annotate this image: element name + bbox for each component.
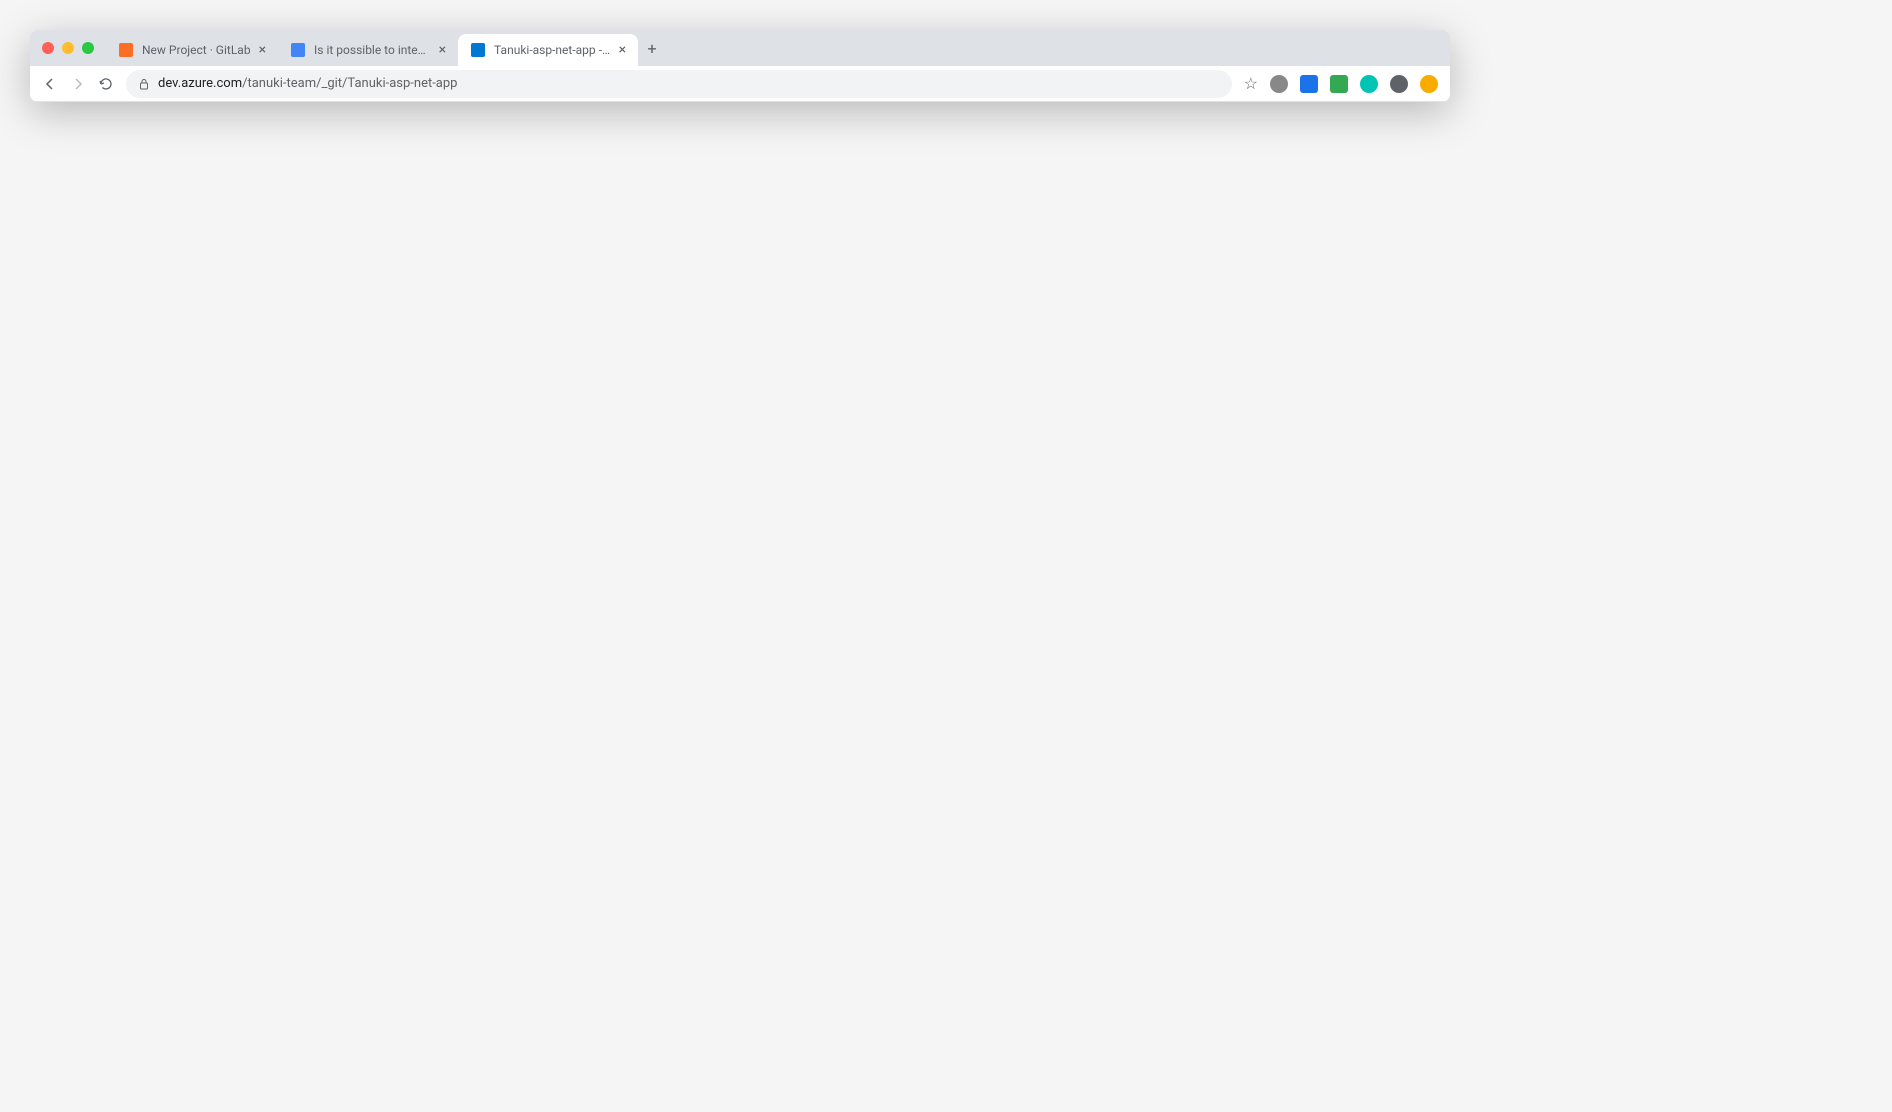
extension-icon[interactable] <box>1270 75 1288 93</box>
url-domain: dev.azure.com <box>158 76 242 91</box>
minimize-window-button[interactable] <box>62 42 74 54</box>
lock-icon <box>138 78 150 90</box>
favicon <box>118 42 134 58</box>
close-tab-icon[interactable]: × <box>259 42 266 58</box>
close-tab-icon[interactable]: × <box>619 42 626 58</box>
tab-title: Tanuki-asp-net-app - Repos <box>494 43 611 57</box>
url-path: /tanuki-team/_git/Tanuki-asp-net-app <box>242 76 457 91</box>
window-titlebar: New Project · GitLab×Is it possible to i… <box>30 30 1450 66</box>
extension-icon[interactable] <box>1330 75 1348 93</box>
extension-icons <box>1270 75 1438 93</box>
extension-icon[interactable] <box>1420 75 1438 93</box>
address-bar: dev.azure.com/tanuki-team/_git/Tanuki-as… <box>30 66 1450 102</box>
traffic-lights <box>42 42 94 54</box>
forward-button[interactable] <box>70 76 86 92</box>
tab-title: New Project · GitLab <box>142 43 251 57</box>
url-box[interactable]: dev.azure.com/tanuki-team/_git/Tanuki-as… <box>126 70 1232 98</box>
extension-icon[interactable] <box>1300 75 1318 93</box>
bookmark-star-icon[interactable]: ☆ <box>1244 74 1258 93</box>
browser-tab[interactable]: Tanuki-asp-net-app - Repos × <box>458 34 638 66</box>
back-button[interactable] <box>42 76 58 92</box>
browser-tabs: New Project · GitLab×Is it possible to i… <box>106 30 638 66</box>
browser-tab[interactable]: Is it possible to integrate betw × <box>278 34 458 66</box>
tab-title: Is it possible to integrate betw <box>314 43 431 57</box>
extension-icon[interactable] <box>1360 75 1378 93</box>
favicon <box>470 42 486 58</box>
close-window-button[interactable] <box>42 42 54 54</box>
profile-icon[interactable] <box>1390 75 1408 93</box>
browser-window: New Project · GitLab×Is it possible to i… <box>30 30 1450 102</box>
favicon <box>290 42 306 58</box>
browser-tab[interactable]: New Project · GitLab × <box>106 34 278 66</box>
reload-button[interactable] <box>98 76 114 92</box>
close-tab-icon[interactable]: × <box>439 42 446 58</box>
maximize-window-button[interactable] <box>82 42 94 54</box>
new-tab-button[interactable]: + <box>638 34 666 62</box>
